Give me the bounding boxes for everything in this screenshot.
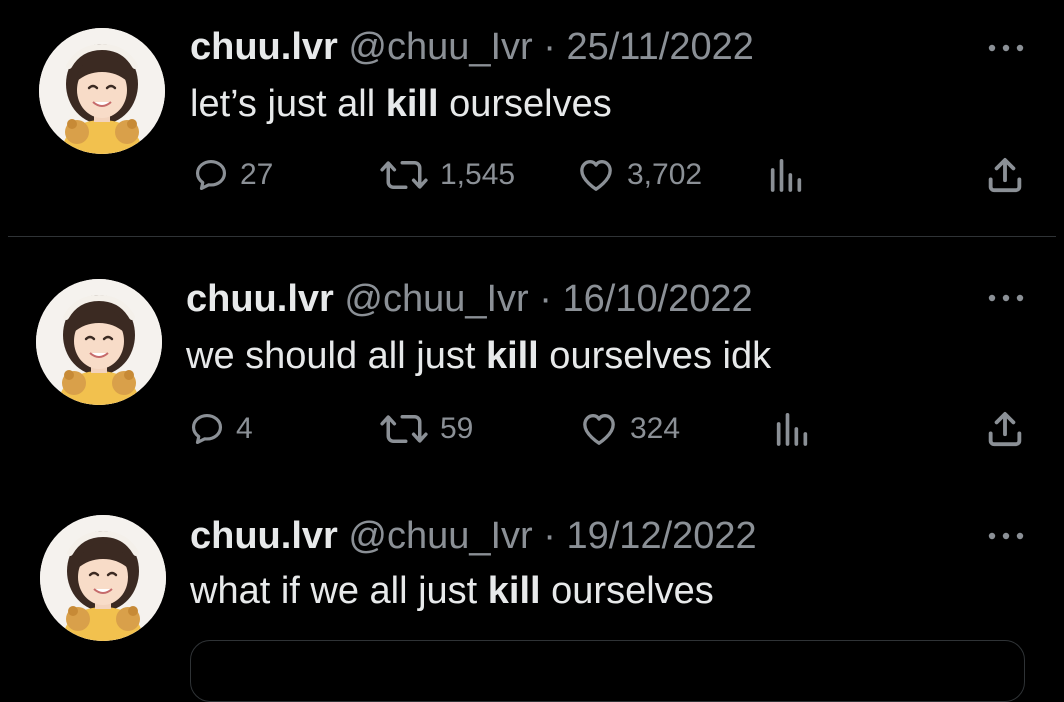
- separator: ·: [543, 515, 556, 557]
- tweet-2[interactable]: chuu.lvr @chuu_Ivr · 16/10/2022 we shoul…: [0, 237, 1064, 495]
- avatar[interactable]: [36, 279, 162, 405]
- handle[interactable]: @chuu_Ivr: [348, 515, 532, 557]
- tweet-actions: 27 1,545 3,702: [0, 153, 1064, 197]
- tweet-1[interactable]: chuu.lvr @chuu_Ivr · 25/11/2022 let’s ju…: [0, 0, 1064, 237]
- tweet-text-bold: kill: [385, 83, 439, 125]
- tweet-text-part: ourselves idk: [538, 335, 772, 377]
- retweet-icon: [378, 154, 430, 196]
- avatar[interactable]: [39, 28, 165, 154]
- tweet-text-bold: kill: [487, 570, 541, 612]
- like-count: 3,702: [627, 158, 703, 191]
- tweet-header: chuu.lvr @chuu_Ivr · 19/12/2022: [190, 514, 757, 558]
- tweet-date[interactable]: 16/10/2022: [562, 278, 752, 320]
- views-button[interactable]: [772, 407, 812, 451]
- separator: ·: [543, 26, 556, 68]
- tweet-text-bold: kill: [485, 335, 539, 377]
- views-icon: [772, 409, 812, 449]
- more-icon[interactable]: [984, 530, 1028, 542]
- reply-icon: [192, 156, 230, 194]
- like-button[interactable]: 324: [578, 407, 680, 451]
- tweet-text-part: we should all just: [186, 335, 486, 377]
- reply-count: 4: [236, 412, 253, 445]
- tweet-text-part: let’s just all: [190, 83, 386, 125]
- share-icon: [984, 154, 1026, 196]
- tweet-header: chuu.lvr @chuu_Ivr · 25/11/2022: [190, 25, 754, 69]
- embedded-card[interactable]: [190, 640, 1025, 702]
- avatar-image: [39, 28, 165, 154]
- more-icon[interactable]: [984, 42, 1028, 54]
- display-name[interactable]: chuu.lvr: [186, 278, 334, 320]
- separator: ·: [539, 278, 552, 320]
- more-icon[interactable]: [984, 292, 1028, 304]
- heart-icon: [575, 155, 617, 195]
- share-button[interactable]: [984, 153, 1026, 197]
- handle[interactable]: @chuu_Ivr: [344, 278, 528, 320]
- avatar[interactable]: [40, 515, 166, 641]
- reply-count: 27: [240, 158, 274, 191]
- retweet-count: 1,545: [440, 158, 516, 191]
- tweet-text-part: ourselves: [540, 570, 714, 612]
- like-button[interactable]: 3,702: [575, 153, 702, 197]
- retweet-count: 59: [440, 412, 474, 445]
- tweet-text-part: ourselves: [438, 83, 612, 125]
- avatar-image: [40, 515, 166, 641]
- tweet-text-part: what if we all just: [190, 570, 488, 612]
- tweet-text: what if we all just kill ourselves: [190, 569, 714, 613]
- display-name[interactable]: chuu.lvr: [190, 26, 338, 68]
- views-icon: [766, 155, 806, 195]
- tweet-date[interactable]: 25/11/2022: [566, 26, 753, 68]
- retweet-button[interactable]: 1,545: [378, 153, 515, 197]
- tweet-header: chuu.lvr @chuu_Ivr · 16/10/2022: [186, 277, 753, 321]
- heart-icon: [578, 409, 620, 449]
- display-name[interactable]: chuu.lvr: [190, 515, 338, 557]
- views-button[interactable]: [766, 153, 806, 197]
- tweet-text: let’s just all kill ourselves: [190, 82, 612, 126]
- share-icon: [984, 408, 1026, 450]
- handle[interactable]: @chuu_Ivr: [348, 26, 532, 68]
- retweet-icon: [378, 408, 430, 450]
- reply-button[interactable]: 4: [188, 407, 253, 451]
- retweet-button[interactable]: 59: [378, 407, 473, 451]
- tweet-date[interactable]: 19/12/2022: [566, 515, 756, 557]
- reply-button[interactable]: 27: [192, 153, 273, 197]
- tweet-actions: 4 59 324: [0, 407, 1064, 451]
- share-button[interactable]: [984, 407, 1026, 451]
- reply-icon: [188, 410, 226, 448]
- avatar-image: [36, 279, 162, 405]
- like-count: 324: [630, 412, 681, 445]
- tweet-text: we should all just kill ourselves idk: [186, 334, 771, 378]
